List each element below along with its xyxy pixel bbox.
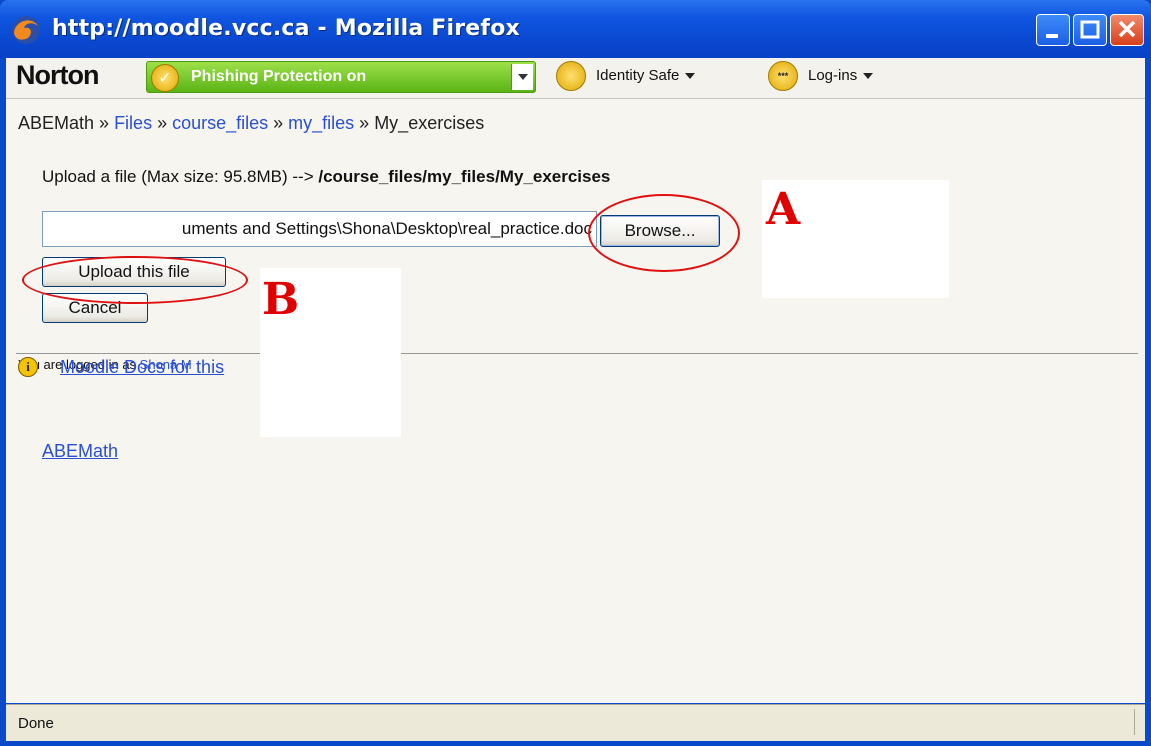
breadcrumb: ABEMath » Files » course_files » my_file…	[18, 113, 484, 134]
identity-safe-label: Identity Safe	[596, 67, 680, 84]
title-bar[interactable]: http://moodle.vcc.ca - Mozilla Firefox	[0, 0, 1151, 58]
file-path-input[interactable]: uments and Settings\Shona\Desktop\real_p…	[42, 211, 597, 247]
phishing-label: Phishing Protection on	[191, 68, 367, 85]
breadcrumb-current: My_exercises	[374, 113, 485, 133]
chevron-down-icon[interactable]	[511, 64, 533, 90]
breadcrumb-link-files[interactable]: Files	[114, 113, 152, 133]
breadcrumb-separator: »	[354, 113, 375, 133]
breadcrumb-separator: »	[268, 113, 289, 133]
breadcrumb-separator: »	[152, 113, 173, 133]
annotation-circle-b	[22, 256, 248, 304]
norton-logo: Norton	[16, 60, 99, 90]
info-icon: i	[18, 357, 38, 377]
maximize-icon	[1080, 20, 1100, 39]
breadcrumb-separator: »	[94, 113, 115, 133]
browser-window: http://moodle.vcc.ca - Mozilla Firefox N…	[0, 0, 1151, 746]
minimize-button[interactable]	[1036, 14, 1070, 46]
status-bar: Done	[6, 704, 1145, 741]
close-button[interactable]	[1110, 14, 1144, 46]
breadcrumb-link-my-files[interactable]: my_files	[288, 113, 354, 133]
chevron-down-icon	[863, 73, 874, 80]
password-icon: ***	[768, 61, 798, 91]
file-path-value: uments and Settings\Shona\Desktop\real_p…	[181, 219, 592, 238]
breadcrumb-root: ABEMath	[18, 113, 95, 133]
upload-info-prefix: Upload a file (Max size: 95.8MB) -->	[42, 167, 319, 186]
course-home-link[interactable]: ABEMath	[42, 441, 118, 462]
status-text: Done	[18, 715, 54, 732]
chevron-down-icon	[685, 73, 696, 80]
annotation-b: B	[262, 274, 300, 325]
upload-target-path: /course_files/my_files/My_exercises	[318, 167, 611, 186]
annotation-a: A	[766, 184, 801, 235]
status-divider	[1134, 709, 1135, 735]
minimize-icon	[1046, 34, 1058, 38]
maximize-button[interactable]	[1073, 14, 1107, 46]
close-icon	[1118, 20, 1136, 38]
check-icon: ✓	[151, 64, 179, 92]
upload-info: Upload a file (Max size: 95.8MB) --> /co…	[42, 167, 610, 187]
moodle-docs-link[interactable]: Moodle Docs for this	[60, 357, 224, 378]
annotation-circle-a	[588, 194, 740, 272]
breadcrumb-link-course-files[interactable]: course_files	[172, 113, 268, 133]
lock-icon	[556, 61, 586, 91]
norton-toolbar: Norton ✓ Phishing Protection on Identity…	[6, 58, 1145, 99]
firefox-icon	[12, 16, 40, 44]
phishing-protection-button[interactable]: ✓ Phishing Protection on	[146, 61, 536, 93]
window-title: http://moodle.vcc.ca - Mozilla Firefox	[52, 16, 520, 41]
divider	[16, 353, 1138, 354]
page-content: ABEMath » Files » course_files » my_file…	[6, 99, 1145, 703]
logins-label: Log-ins	[808, 67, 858, 84]
